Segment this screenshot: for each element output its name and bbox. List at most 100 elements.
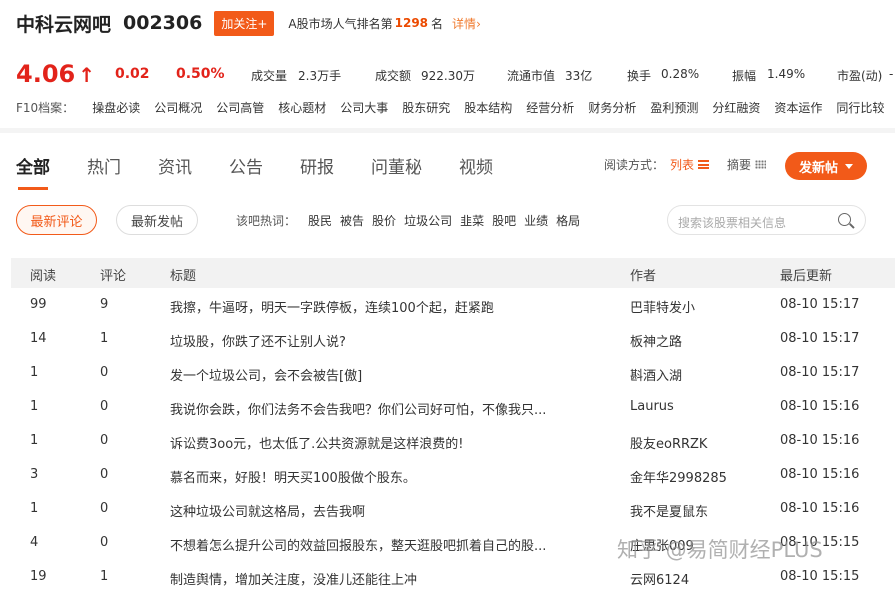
post-title[interactable]: 制造舆情，增加关注度，没准儿还能往上冲 (170, 569, 417, 588)
last-update-time: 08-10 15:16 (780, 433, 860, 448)
current-price: 4.06 (16, 60, 76, 88)
tab-research[interactable]: 研报 (300, 153, 334, 179)
rank-unit: 名 (431, 16, 444, 31)
last-update-time: 08-10 15:16 (780, 501, 860, 516)
hot-word[interactable]: 格局 (556, 212, 580, 229)
stat-value-turnover-rate: 0.28% (661, 67, 700, 81)
f10-item[interactable]: 股东研究 (402, 99, 450, 119)
last-update-time: 08-10 15:17 (780, 331, 860, 346)
stock-code: 002306 (123, 12, 203, 34)
f10-item[interactable]: 同行比较 (836, 99, 884, 119)
post-title[interactable]: 垃圾股，你跌了还不让别人说? (170, 331, 346, 350)
f10-item[interactable]: 公司大事 (340, 99, 388, 119)
tab-all[interactable]: 全部 (16, 153, 50, 190)
stat-value-volume: 2.3万手 (298, 69, 342, 83)
hot-word[interactable]: 股吧 (492, 212, 516, 229)
post-title[interactable]: 我说你会跌，你们法务不会告我吧？你们公司好可怕，不像我只... (170, 399, 546, 418)
hot-word[interactable]: 韭菜 (460, 212, 484, 229)
hot-word[interactable]: 股民 (308, 212, 332, 229)
tab-hot[interactable]: 热门 (87, 153, 121, 179)
price-change: 0.02 (115, 66, 150, 82)
post-author[interactable]: 我不是夏鼠东 (630, 501, 708, 520)
last-update-time: 08-10 15:16 (780, 467, 860, 482)
read-count: 3 (30, 467, 39, 482)
list-icon (698, 160, 710, 169)
search-input[interactable]: 搜索该股票相关信息 (667, 205, 866, 235)
new-post-button[interactable]: 发新帖 (785, 152, 867, 180)
comment-count: 0 (100, 365, 109, 380)
post-title[interactable]: 我擦，牛逼呀，明天一字跌停板，连续100个起，赶紧跑 (170, 297, 494, 316)
f10-item[interactable]: 盈利预测 (650, 99, 698, 119)
comment-count: 0 (100, 467, 109, 482)
read-count: 1 (30, 365, 39, 380)
table-row: 1 0 诉讼费3oo元，也太低了.公共资源就是这样浪费的! 股友eoRRZK 08-10… (11, 424, 895, 458)
f10-item[interactable]: 财务分析 (588, 99, 636, 119)
tab-announcement[interactable]: 公告 (229, 153, 263, 179)
post-author[interactable]: Laurus (630, 399, 674, 414)
f10-item[interactable]: 核心题材 (278, 99, 326, 119)
tab-news[interactable]: 资讯 (158, 153, 192, 179)
tab-ask-secretary[interactable]: 问董秘 (371, 153, 422, 179)
sort-latest-post[interactable]: 最新发帖 (116, 205, 198, 235)
comment-count: 1 (100, 569, 109, 584)
post-title[interactable]: 不想着怎么提升公司的效益回报股东，整天逛股吧抓着自己的股... (170, 535, 546, 554)
stock-header: 中科云网吧 002306 加关注+ A股市场人气排名第 1298 名 详情› 4… (0, 0, 895, 128)
post-title[interactable]: 这种垃圾公司就这格局，去告我啊 (170, 501, 365, 520)
f10-item[interactable]: 资本运作 (774, 99, 822, 119)
search-placeholder: 搜索该股票相关信息 (678, 216, 787, 230)
rank-number: 1298 (394, 16, 429, 30)
post-title[interactable]: 诉讼费3oo元，也太低了.公共资源就是这样浪费的! (170, 433, 464, 452)
tab-video[interactable]: 视频 (459, 153, 493, 179)
comment-count: 0 (100, 399, 109, 414)
search-icon[interactable] (838, 213, 851, 226)
comment-count: 0 (100, 535, 109, 550)
f10-item[interactable]: 经营分析 (526, 99, 574, 119)
price-change-pct: 0.50% (176, 66, 225, 82)
f10-item[interactable]: 分红融资 (712, 99, 760, 119)
read-mode-label: 阅读方式： (604, 158, 665, 172)
post-author[interactable]: 云网6124 (630, 569, 689, 588)
stat-value-turnover-amount: 922.30万 (421, 69, 475, 83)
post-author[interactable]: 板神之路 (630, 331, 682, 350)
post-author[interactable]: 巴菲特发小 (630, 297, 695, 316)
hot-word[interactable]: 股价 (372, 212, 396, 229)
hot-word[interactable]: 业绩 (524, 212, 548, 229)
table-row: 1 0 发一个垃圾公司，会不会被告[傲] 斟酒入湖 08-10 15:17 (11, 356, 895, 390)
f10-item[interactable]: 公司概况 (154, 99, 202, 119)
detail-link[interactable]: 详情› (452, 15, 481, 32)
bar-name[interactable]: 中科云网吧 (16, 10, 111, 37)
read-count: 99 (30, 297, 47, 312)
post-title[interactable]: 发一个垃圾公司，会不会被告[傲] (170, 365, 362, 384)
stat-label-volume: 成交量 (251, 69, 288, 83)
stat-label-amplitude: 振幅 (732, 69, 757, 83)
read-mode-list[interactable]: 列表 (670, 156, 710, 173)
comment-count: 9 (100, 297, 109, 312)
f10-item[interactable]: 股本结构 (464, 99, 512, 119)
watermark: 知乎 @易简财经PLUS (617, 538, 823, 562)
hot-words-label: 该吧热词： (236, 214, 297, 228)
last-update-time: 08-10 15:16 (780, 399, 860, 414)
post-author[interactable]: 金年华2998285 (630, 467, 727, 486)
read-mode-switch: 阅读方式： 列表 摘要 (604, 156, 767, 173)
hot-word[interactable]: 被告 (340, 212, 364, 229)
col-last-update: 最后更新 (780, 269, 833, 284)
read-mode-summary[interactable]: 摘要 (727, 156, 767, 173)
hot-word[interactable]: 垃圾公司 (404, 212, 452, 229)
table-row: 19 1 制造舆情，增加关注度，没准儿还能往上冲 云网6124 08-10 15:15 (11, 560, 895, 590)
comment-count: 1 (100, 331, 109, 346)
f10-item[interactable]: 公司高管 (216, 99, 264, 119)
post-author[interactable]: 股友eoRRZK (630, 433, 707, 452)
post-author[interactable]: 斟酒入湖 (630, 365, 682, 384)
f10-item[interactable]: 操盘必读 (92, 99, 140, 119)
hot-words: 该吧热词： 股民 被告 股价 垃圾公司 韭菜 股吧 业绩 格局 (236, 212, 580, 229)
col-comment: 评论 (100, 269, 127, 284)
post-title[interactable]: 慕名而来，好股！明天买100股做个股东。 (170, 467, 416, 486)
follow-button[interactable]: 加关注+ (214, 10, 275, 36)
comment-count: 0 (100, 433, 109, 448)
sort-latest-comment[interactable]: 最新评论 (16, 205, 97, 235)
table-row: 14 1 垃圾股，你跌了还不让别人说? 板神之路 08-10 15:17 (11, 322, 895, 356)
caret-down-icon (845, 163, 853, 169)
col-title: 标题 (170, 269, 197, 284)
stat-label-pe: 市盈(动) (837, 69, 883, 83)
arrow-up-icon: ↑ (78, 63, 95, 87)
